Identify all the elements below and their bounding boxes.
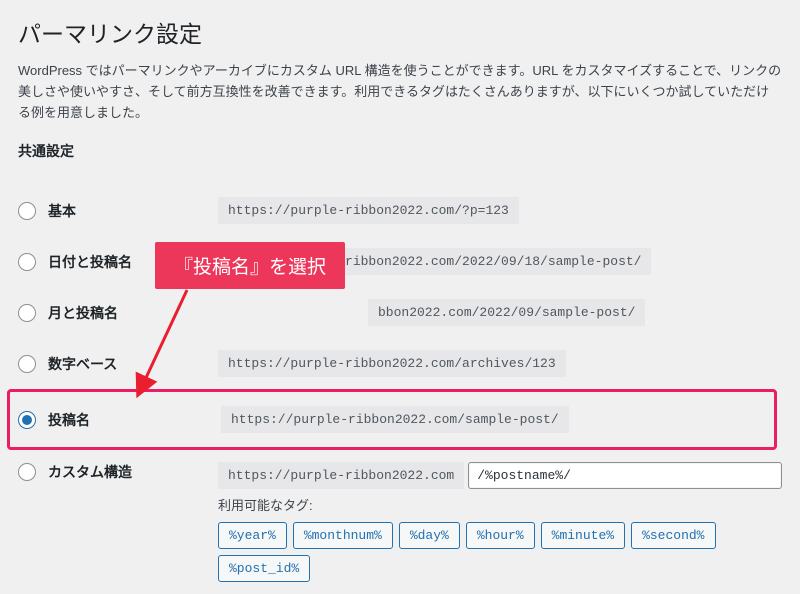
tag-btn-day[interactable]: %day% [399,522,460,549]
radio-icon [18,304,36,322]
radio-text: カスタム構造 [48,462,132,482]
radio-icon [18,202,36,220]
radio-label-numeric[interactable]: 数字ベース [18,354,218,374]
radio-icon [18,355,36,373]
radio-text: 日付と投稿名 [48,252,132,272]
option-post-name[interactable]: 投稿名 https://purple-ribbon2022.com/sample… [7,389,777,450]
custom-prefix: https://purple-ribbon2022.com [218,462,464,489]
radio-text: 数字ベース [48,354,117,374]
radio-text: 月と投稿名 [48,303,118,323]
page-description: WordPress ではパーマリンクやアーカイブにカスタム URL 構造を使うこ… [18,61,782,123]
url-sample-month-name: bbon2022.com/2022/09/sample-post/ [368,299,645,326]
page-title: パーマリンク設定 [18,15,782,49]
tag-buttons-row: %year% %monthnum% %day% %hour% %minute% … [218,522,782,582]
radio-icon [18,253,36,271]
custom-structure-input[interactable] [468,462,782,489]
option-month-name[interactable]: 月と投稿名 bbon2022.com/2022/09/sample-post/ [18,287,782,338]
tag-btn-minute[interactable]: %minute% [541,522,625,549]
option-numeric[interactable]: 数字ベース https://purple-ribbon2022.com/arch… [18,338,782,389]
radio-icon [18,463,36,481]
radio-label-month-name[interactable]: 月と投稿名 [18,303,218,323]
url-sample-numeric: https://purple-ribbon2022.com/archives/1… [218,350,566,377]
available-tags-label: 利用可能なタグ: [218,495,782,514]
radio-text: 投稿名 [48,410,90,430]
radio-label-post-name[interactable]: 投稿名 [18,410,221,430]
url-sample-basic: https://purple-ribbon2022.com/?p=123 [218,197,519,224]
url-sample-post-name: https://purple-ribbon2022.com/sample-pos… [221,406,569,433]
tag-btn-monthnum[interactable]: %monthnum% [293,522,393,549]
tag-btn-post-id[interactable]: %post_id% [218,555,310,582]
annotation-callout: 『投稿名』を選択 [155,242,345,289]
tag-btn-hour[interactable]: %hour% [466,522,535,549]
tag-btn-year[interactable]: %year% [218,522,287,549]
radio-label-basic[interactable]: 基本 [18,201,218,221]
section-title: 共通設定 [18,141,782,161]
radio-label-custom[interactable]: カスタム構造 [18,462,218,482]
option-date-name[interactable]: 日付と投稿名 https://purple-ribbon2022.com/202… [18,236,782,287]
radio-text: 基本 [48,201,76,221]
option-basic[interactable]: 基本 https://purple-ribbon2022.com/?p=123 [18,185,782,236]
radio-icon-checked [18,411,36,429]
option-custom[interactable]: カスタム構造 https://purple-ribbon2022.com 利用可… [18,450,782,594]
tag-btn-second[interactable]: %second% [631,522,715,549]
